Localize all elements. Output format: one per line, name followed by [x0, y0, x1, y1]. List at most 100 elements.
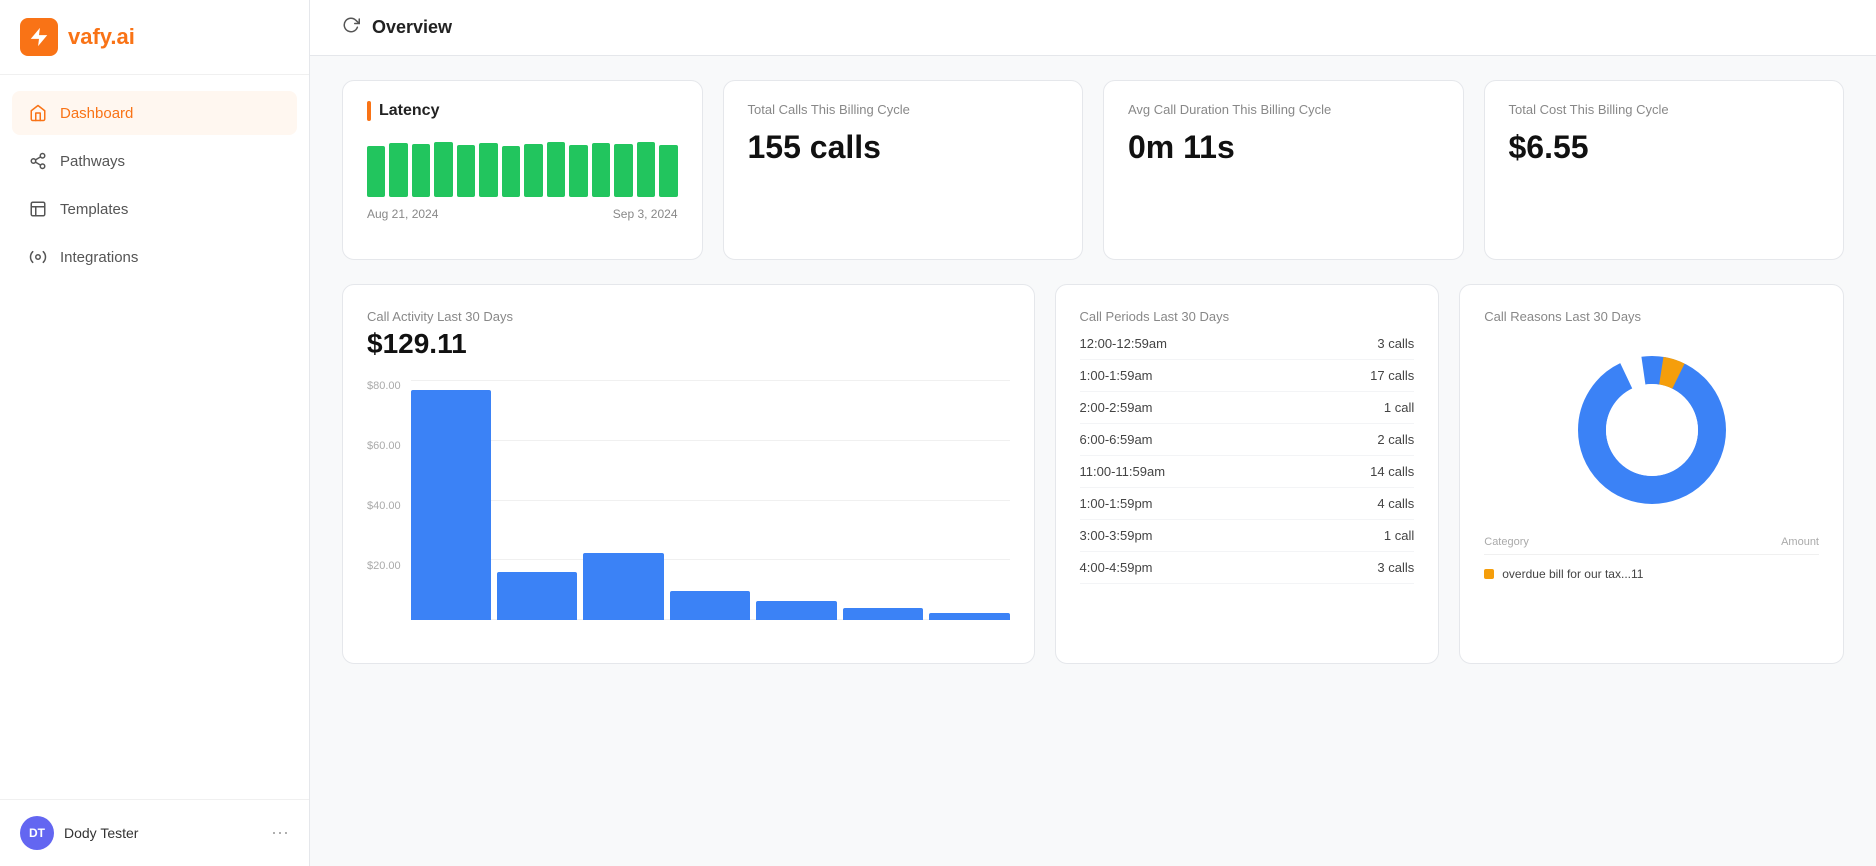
latency-bar: [614, 144, 632, 197]
donut-chart: [1562, 340, 1742, 520]
total-cost-card: Total Cost This Billing Cycle $6.55: [1484, 80, 1845, 260]
period-row: 1:00-1:59pm 4 calls: [1080, 488, 1415, 520]
y-axis-label: $80.00: [367, 380, 401, 392]
y-axis-label: $60.00: [367, 440, 401, 452]
latency-bar: [479, 143, 497, 197]
activity-bar: [670, 591, 750, 620]
header: Overview: [310, 0, 1876, 56]
sidebar: vafy.ai Dashboard Pathways: [0, 0, 310, 866]
latency-bar: [367, 146, 385, 197]
latency-bar: [524, 144, 542, 197]
period-calls: 2 calls: [1377, 432, 1414, 447]
more-menu-icon[interactable]: ⋯: [271, 823, 289, 844]
bar-wrap: [756, 380, 836, 620]
bar-wrap: [497, 380, 577, 620]
period-time: 12:00-12:59am: [1080, 336, 1167, 351]
logo-area: vafy.ai: [0, 0, 309, 75]
latency-bar: [434, 142, 452, 197]
period-row: 1:00-1:59am 17 calls: [1080, 360, 1415, 392]
activity-bar: [497, 572, 577, 620]
avg-duration-label: Avg Call Duration This Billing Cycle: [1128, 101, 1439, 119]
call-periods-title: Call Periods Last 30 Days: [1080, 309, 1415, 324]
sidebar-item-pathways[interactable]: Pathways: [12, 139, 297, 183]
bar-wrap: [670, 380, 750, 620]
latency-bar: [547, 142, 565, 197]
y-axis-label: $20.00: [367, 560, 401, 572]
total-cost-value: $6.55: [1509, 129, 1820, 166]
refresh-icon[interactable]: [342, 16, 360, 39]
legend-dot: [1484, 569, 1494, 579]
period-calls: 3 calls: [1377, 560, 1414, 575]
y-axis: $80.00 $60.00 $40.00 $20.00: [367, 380, 401, 620]
legend-header: Category Amount: [1484, 536, 1819, 555]
pathways-icon: [28, 151, 48, 171]
total-calls-label: Total Calls This Billing Cycle: [748, 101, 1059, 119]
bar-wrap: [411, 380, 491, 620]
activity-bar: [411, 390, 491, 620]
latency-bars: [367, 137, 678, 197]
period-row: 4:00-4:59pm 3 calls: [1080, 552, 1415, 584]
period-calls: 1 call: [1384, 528, 1414, 543]
activity-bar: [583, 553, 663, 620]
page-title: Overview: [372, 17, 452, 38]
avg-duration-card: Avg Call Duration This Billing Cycle 0m …: [1103, 80, 1464, 260]
bottom-row: Call Activity Last 30 Days $129.11 $80.0…: [342, 284, 1844, 664]
total-cost-label: Total Cost This Billing Cycle: [1509, 101, 1820, 119]
period-calls: 3 calls: [1377, 336, 1414, 351]
latency-title: Latency: [367, 101, 678, 121]
period-time: 3:00-3:59pm: [1080, 528, 1153, 543]
period-calls: 4 calls: [1377, 496, 1414, 511]
logo-icon: [20, 18, 58, 56]
period-row: 2:00-2:59am 1 call: [1080, 392, 1415, 424]
call-reasons-title: Call Reasons Last 30 Days: [1484, 309, 1819, 324]
latency-bar: [659, 145, 677, 197]
period-time: 1:00-1:59pm: [1080, 496, 1153, 511]
latency-bar: [637, 142, 655, 197]
bar-wrap: [843, 380, 923, 620]
integrations-icon: [28, 247, 48, 267]
sidebar-item-dashboard[interactable]: Dashboard: [12, 91, 297, 135]
period-row: 3:00-3:59pm 1 call: [1080, 520, 1415, 552]
period-calls: 14 calls: [1370, 464, 1414, 479]
bar-wrap: [583, 380, 663, 620]
period-time: 4:00-4:59pm: [1080, 560, 1153, 575]
nav-list: Dashboard Pathways Templates: [0, 75, 309, 799]
call-activity-card: Call Activity Last 30 Days $129.11 $80.0…: [342, 284, 1035, 664]
period-calls: 17 calls: [1370, 368, 1414, 383]
period-row: 12:00-12:59am 3 calls: [1080, 328, 1415, 360]
legend-rows: overdue bill for our tax...11: [1484, 563, 1819, 585]
content-area: Latency Aug 21, 2024 Sep 3, 2024 Total C…: [310, 56, 1876, 688]
activity-bar: [843, 608, 923, 620]
latency-bar: [569, 145, 587, 197]
bar-wrap: [929, 380, 1009, 620]
period-calls: 1 call: [1384, 400, 1414, 415]
latency-bar: [592, 143, 610, 197]
bars-container: [411, 380, 1010, 620]
total-calls-card: Total Calls This Billing Cycle 155 calls: [723, 80, 1084, 260]
latency-bar: [502, 146, 520, 197]
activity-bar: [929, 613, 1009, 620]
sidebar-item-templates[interactable]: Templates: [12, 187, 297, 231]
templates-icon: [28, 199, 48, 219]
avg-duration-value: 0m 11s: [1128, 129, 1439, 166]
period-row: 6:00-6:59am 2 calls: [1080, 424, 1415, 456]
latency-card: Latency Aug 21, 2024 Sep 3, 2024: [342, 80, 703, 260]
bar-chart-area: $80.00 $60.00 $40.00 $20.00: [367, 380, 1010, 620]
periods-list: 12:00-12:59am 3 calls1:00-1:59am 17 call…: [1080, 328, 1415, 584]
period-row: 11:00-11:59am 14 calls: [1080, 456, 1415, 488]
legend-label: overdue bill for our tax...11: [1502, 567, 1819, 581]
home-icon: [28, 103, 48, 123]
sidebar-footer: DT Dody Tester ⋯: [0, 799, 309, 866]
main-content: Overview Latency Aug 21, 2024 Sep 3, 202…: [310, 0, 1876, 866]
activity-bar: [756, 601, 836, 620]
donut-chart-area: [1484, 340, 1819, 520]
period-time: 6:00-6:59am: [1080, 432, 1153, 447]
latency-bar: [389, 143, 407, 197]
period-time: 1:00-1:59am: [1080, 368, 1153, 383]
logo-text: vafy.ai: [68, 24, 135, 50]
sidebar-item-integrations[interactable]: Integrations: [12, 235, 297, 279]
period-time: 2:00-2:59am: [1080, 400, 1153, 415]
legend-table: Category Amount overdue bill for our tax…: [1484, 536, 1819, 585]
user-name: Dody Tester: [64, 825, 261, 841]
y-axis-label: $40.00: [367, 500, 401, 512]
